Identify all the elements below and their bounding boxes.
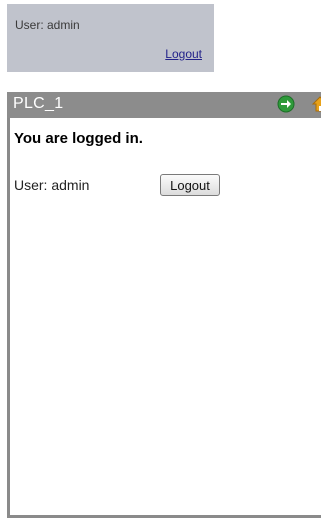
logout-button[interactable]: Logout	[160, 174, 220, 196]
mobile-panel: PLC_1 You are logged in. User: admin Log…	[7, 92, 321, 518]
status-user-label: User: admin	[15, 18, 80, 32]
panel-header: PLC_1	[7, 92, 321, 118]
panel-user-label: User: admin	[14, 177, 90, 193]
logged-in-message: You are logged in.	[14, 130, 143, 147]
logout-link[interactable]: Logout	[165, 47, 202, 61]
page: User: admin Logout PLC_1 You are logged …	[0, 0, 321, 520]
login-status-box: User: admin Logout	[7, 4, 214, 72]
home-icon[interactable]	[311, 95, 321, 113]
panel-title: PLC_1	[13, 95, 64, 112]
arrow-right-circle-icon[interactable]	[277, 95, 295, 113]
